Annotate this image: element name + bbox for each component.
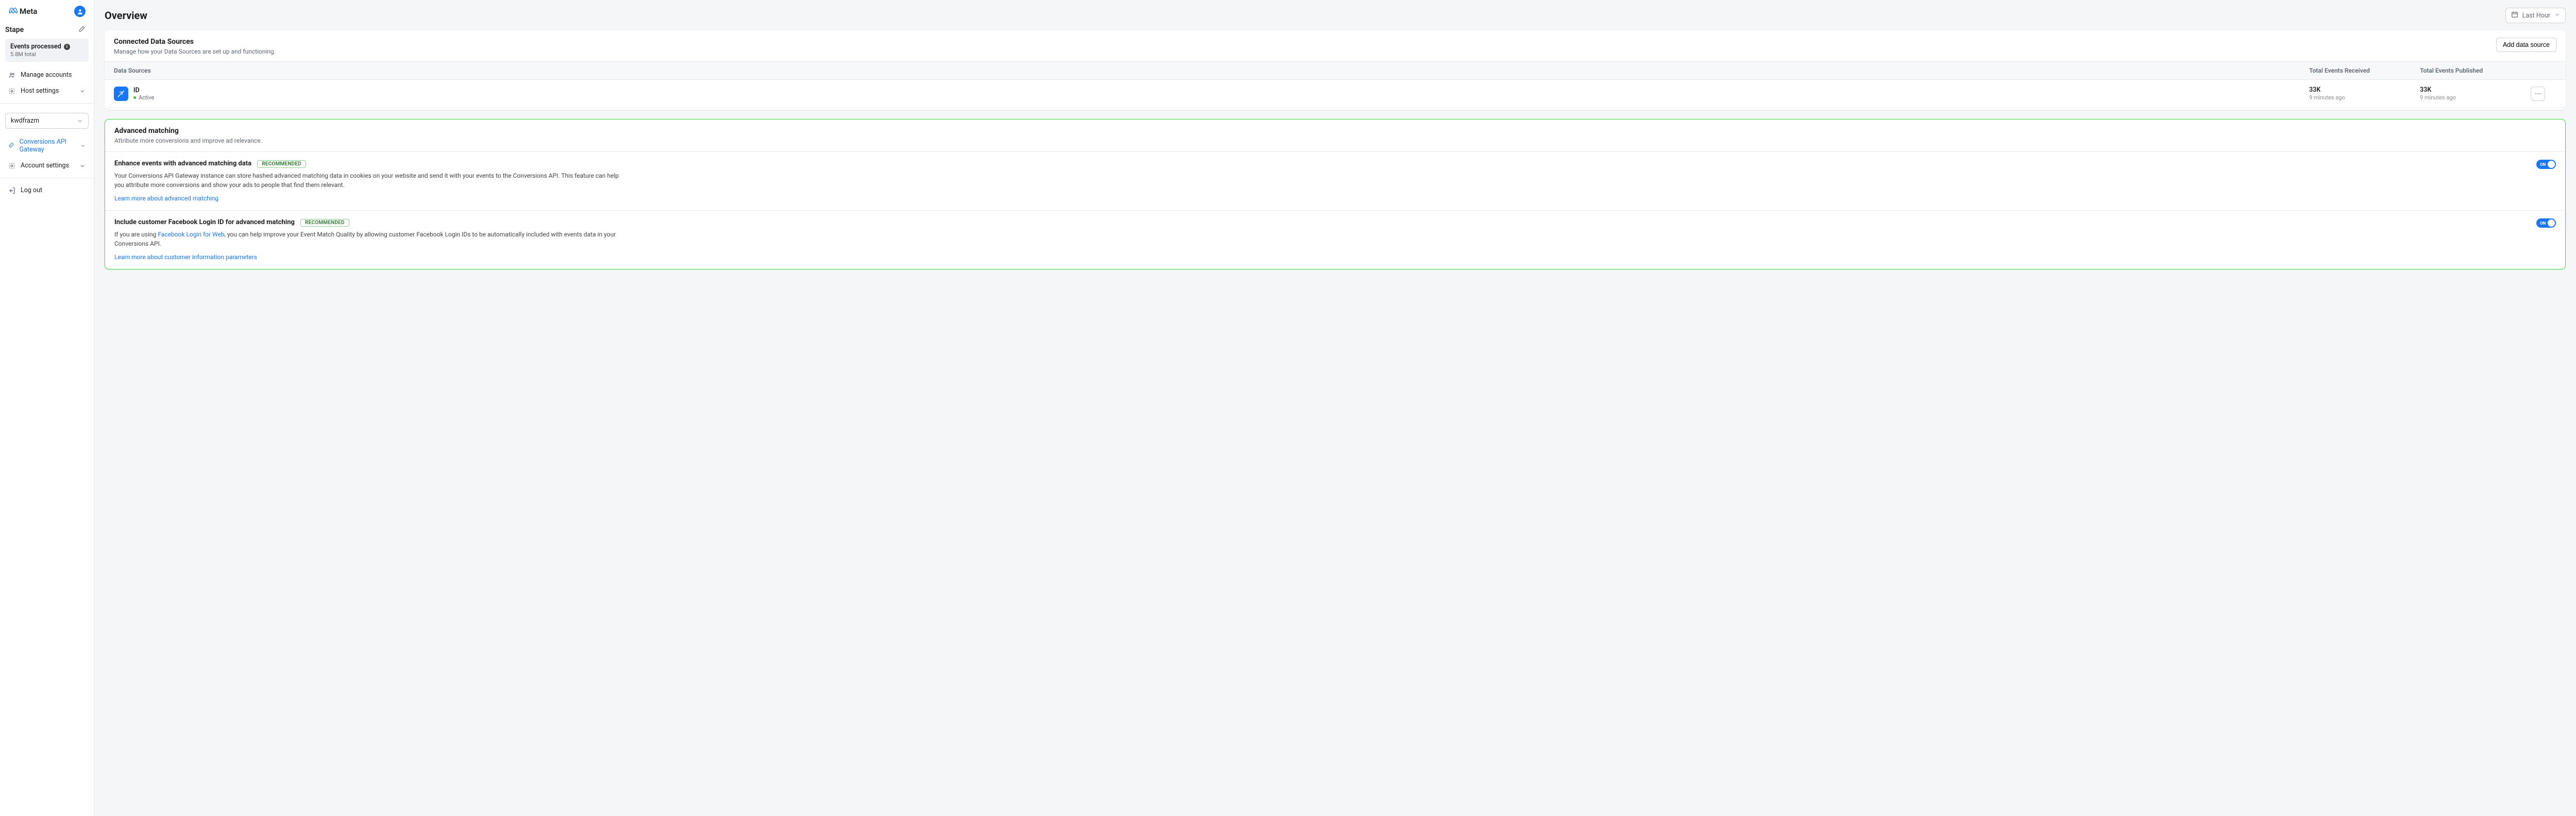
advanced-matching-card: Advanced matching Attribute more convers… (105, 119, 2566, 269)
recommended-badge: RECOMMENDED (257, 160, 306, 168)
main-content: Overview Last Hour Connected Data Source… (94, 0, 2576, 816)
toggle-knob (2548, 219, 2555, 227)
events-processed-card[interactable]: Events processed i 5.8M total (5, 39, 89, 62)
enhance-toggle[interactable]: ON (2536, 160, 2556, 169)
connected-data-sources-card: Connected Data Sources Manage how your D… (105, 30, 2566, 110)
status-dot-icon (133, 96, 136, 99)
calendar-icon (2511, 11, 2518, 20)
sidebar-divider (0, 103, 94, 104)
nav-logout[interactable]: Log out (0, 182, 94, 198)
page-header: Overview Last Hour (105, 8, 2566, 23)
enhance-title: Enhance events with advanced matching da… (114, 160, 251, 167)
gear-icon (8, 162, 15, 169)
enhance-learn-more-link[interactable]: Learn more about advanced matching (114, 195, 218, 202)
recommended-badge: RECOMMENDED (300, 219, 349, 227)
sources-title: Connected Data Sources (114, 38, 276, 46)
nav-manage-accounts-label: Manage accounts (21, 71, 72, 79)
brand-name: Meta (20, 7, 37, 16)
page-title: Overview (105, 9, 147, 22)
nav-host-settings[interactable]: Host settings (0, 83, 94, 99)
chevron-down-icon (77, 118, 83, 124)
nav-host-settings-label: Host settings (21, 87, 59, 95)
add-data-source-button[interactable]: Add data source (2496, 38, 2556, 52)
tep-value: 33K (2420, 86, 2531, 94)
chevron-down-icon (79, 88, 86, 94)
facebook-login-web-link[interactable]: Facebook Login for Web (158, 231, 224, 238)
logout-icon (8, 187, 15, 194)
project-selector[interactable]: kwdfrazm (5, 113, 89, 129)
project-name: kwdfrazm (11, 117, 39, 125)
gear-icon (8, 88, 15, 95)
matching-subtitle: Attribute more conversions and improve a… (114, 137, 2556, 144)
data-source-icon (114, 87, 128, 101)
link-icon (8, 142, 14, 149)
ter-sub: 9 minutes ago (2309, 94, 2420, 101)
fb-login-section: Include customer Facebook Login ID for a… (105, 211, 2565, 269)
data-source-status: Active (133, 94, 154, 101)
nav-account-settings[interactable]: Account settings (0, 158, 94, 174)
login-toggle[interactable]: ON (2536, 218, 2556, 228)
enhance-events-section: Enhance events with advanced matching da… (105, 152, 2565, 211)
login-desc: If you are using Facebook Login for Web,… (114, 230, 630, 248)
sidebar-header: Meta (0, 0, 94, 22)
col-data-sources: Data Sources (114, 67, 2309, 74)
enhance-toggle-label: ON (2540, 162, 2546, 167)
events-processed-sub: 5.8M total (10, 51, 83, 58)
ter-value: 33K (2309, 86, 2420, 94)
info-icon[interactable]: i (64, 44, 70, 50)
time-range-selector[interactable]: Last Hour (2505, 8, 2566, 23)
nav-account-settings-label: Account settings (21, 162, 69, 169)
sidebar: Meta Stape Events processed i 5.8M total (0, 0, 94, 816)
edit-workspace-icon[interactable] (78, 25, 86, 35)
tep-sub: 9 minutes ago (2420, 94, 2531, 101)
meta-logo-icon (8, 6, 18, 17)
workspace-name: Stape (5, 26, 24, 34)
enhance-desc: Your Conversions API Gateway instance ca… (114, 171, 630, 190)
users-icon (8, 72, 15, 79)
login-title: Include customer Facebook Login ID for a… (114, 218, 295, 226)
chevron-down-icon (79, 163, 86, 169)
user-avatar[interactable] (74, 6, 86, 17)
nav-conversions-api-gateway[interactable]: Conversions API Gateway (0, 134, 94, 158)
login-learn-more-link[interactable]: Learn more about customer information pa… (114, 253, 257, 261)
events-processed-title: Events processed (10, 43, 61, 50)
login-toggle-label: ON (2540, 221, 2546, 226)
nav-logout-label: Log out (21, 186, 42, 194)
nav-manage-accounts[interactable]: Manage accounts (0, 67, 94, 83)
nav-capi-label: Conversions API Gateway (20, 138, 80, 154)
sources-subtitle: Manage how your Data Sources are set up … (114, 48, 276, 55)
col-total-events-received: Total Events Received (2309, 67, 2420, 74)
chevron-down-icon (2554, 12, 2560, 20)
chevron-down-icon (80, 143, 86, 149)
sources-table-header: Data Sources Total Events Received Total… (105, 61, 2566, 80)
col-total-events-published: Total Events Published (2420, 67, 2531, 74)
data-source-name: ID (133, 87, 154, 94)
toggle-knob (2548, 161, 2555, 168)
time-range-label: Last Hour (2522, 12, 2550, 20)
row-actions-button[interactable] (2531, 87, 2545, 101)
meta-logo: Meta (8, 6, 37, 17)
matching-title: Advanced matching (114, 127, 2556, 135)
workspace-row: Stape (0, 22, 94, 39)
table-row[interactable]: ID Active 33K 9 minutes ago 33K 9 minute… (105, 80, 2566, 108)
